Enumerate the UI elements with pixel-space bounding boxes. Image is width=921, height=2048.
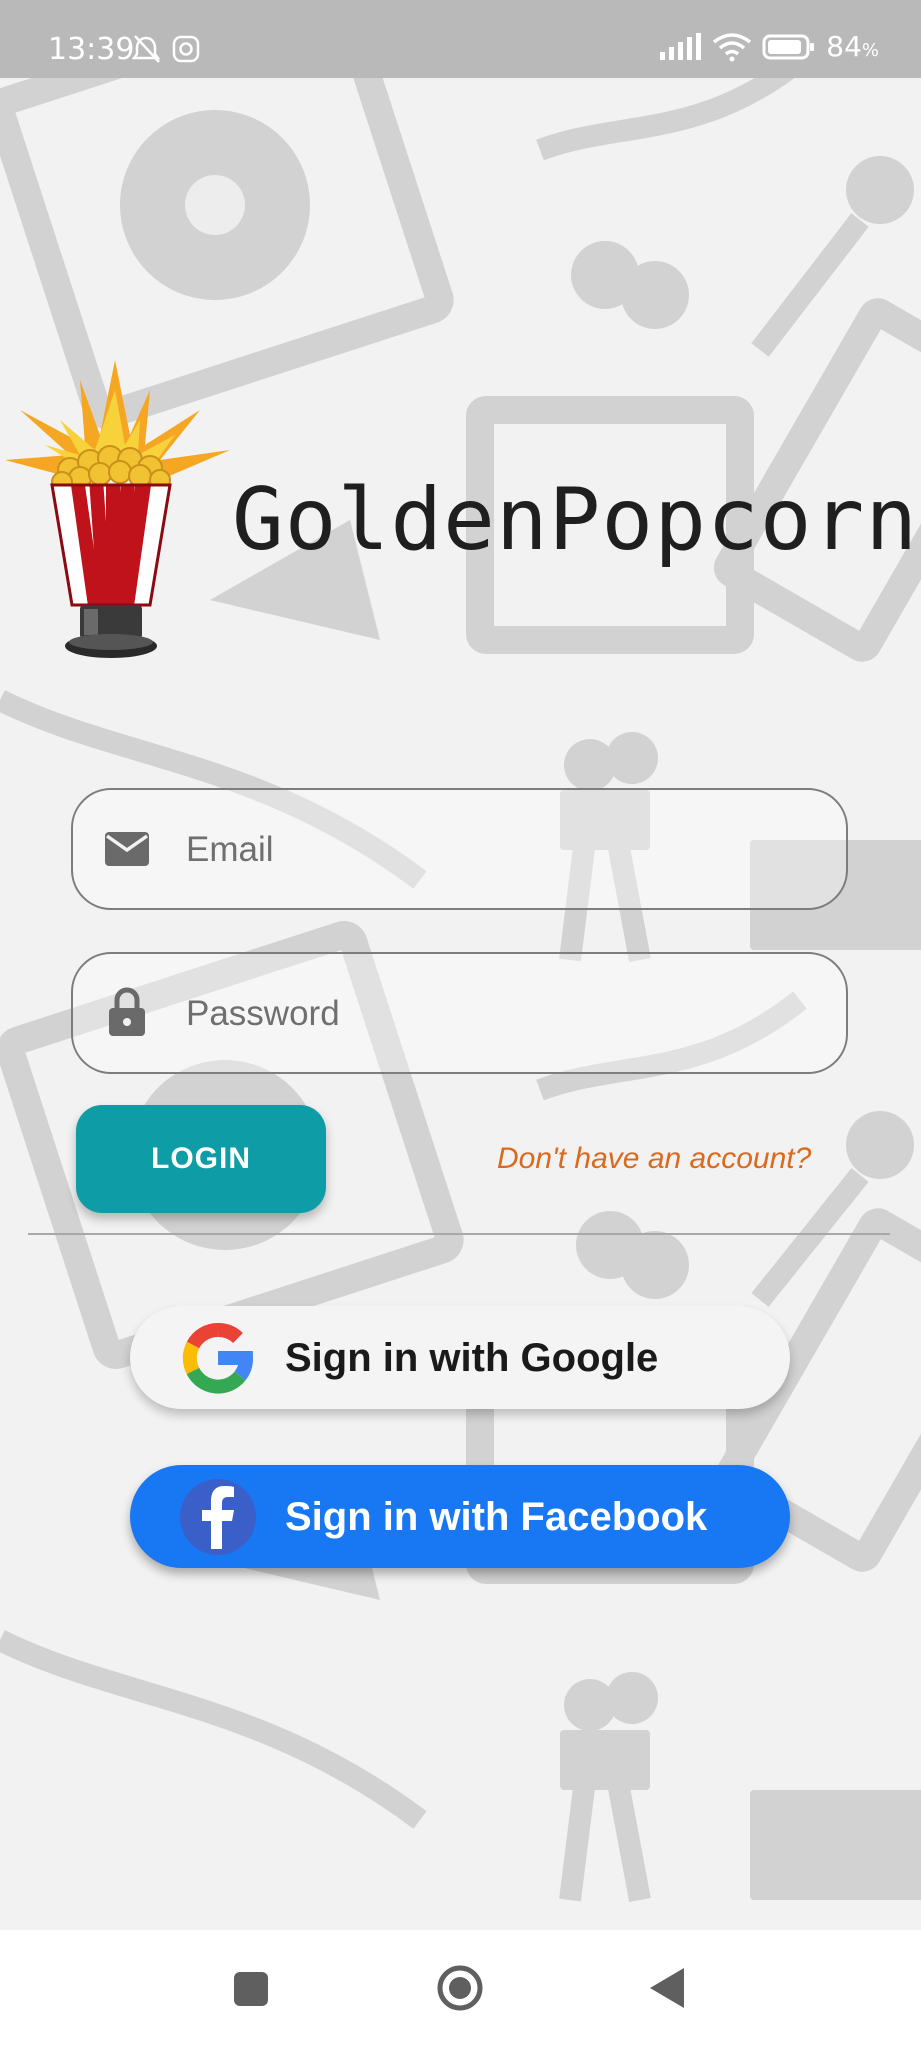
lock-icon xyxy=(103,987,151,1043)
recents-square-icon[interactable] xyxy=(232,1970,270,2013)
email-input[interactable] xyxy=(184,790,808,910)
email-field-container[interactable] xyxy=(71,788,848,910)
signup-link[interactable]: Don't have an account? xyxy=(497,1142,811,1176)
app-logo xyxy=(0,350,240,685)
back-triangle-icon[interactable] xyxy=(648,1966,686,2015)
google-icon xyxy=(178,1318,258,1403)
popcorn-trophy-icon xyxy=(5,360,230,658)
mute-bell-icon xyxy=(131,35,200,63)
facebook-icon xyxy=(178,1477,258,1562)
mail-icon xyxy=(103,828,151,873)
status-left-icons xyxy=(131,34,202,69)
google-signin-label: Sign in with Google xyxy=(285,1336,659,1380)
instagram-icon xyxy=(172,35,200,63)
password-field-container[interactable] xyxy=(71,952,848,1074)
battery-icon xyxy=(762,34,815,59)
divider xyxy=(28,1233,890,1235)
status-bar: 13:39 84% xyxy=(0,0,921,78)
home-circle-icon[interactable] xyxy=(436,1964,484,2017)
wifi-icon xyxy=(713,32,752,61)
facebook-signin-label: Sign in with Facebook xyxy=(285,1495,708,1539)
system-navigation-bar xyxy=(0,1930,921,2048)
app-name: GoldenPopcorn xyxy=(232,470,919,570)
google-signin-button[interactable]: Sign in with Google xyxy=(130,1306,790,1409)
status-right-icons: 84% xyxy=(658,30,879,63)
status-time: 13:39 xyxy=(48,32,135,67)
signal-icon xyxy=(660,32,702,60)
login-button[interactable]: LOGIN xyxy=(76,1105,326,1213)
battery-percent: 84% xyxy=(826,30,879,63)
password-input[interactable] xyxy=(184,954,808,1074)
facebook-signin-button[interactable]: Sign in with Facebook xyxy=(130,1465,790,1568)
